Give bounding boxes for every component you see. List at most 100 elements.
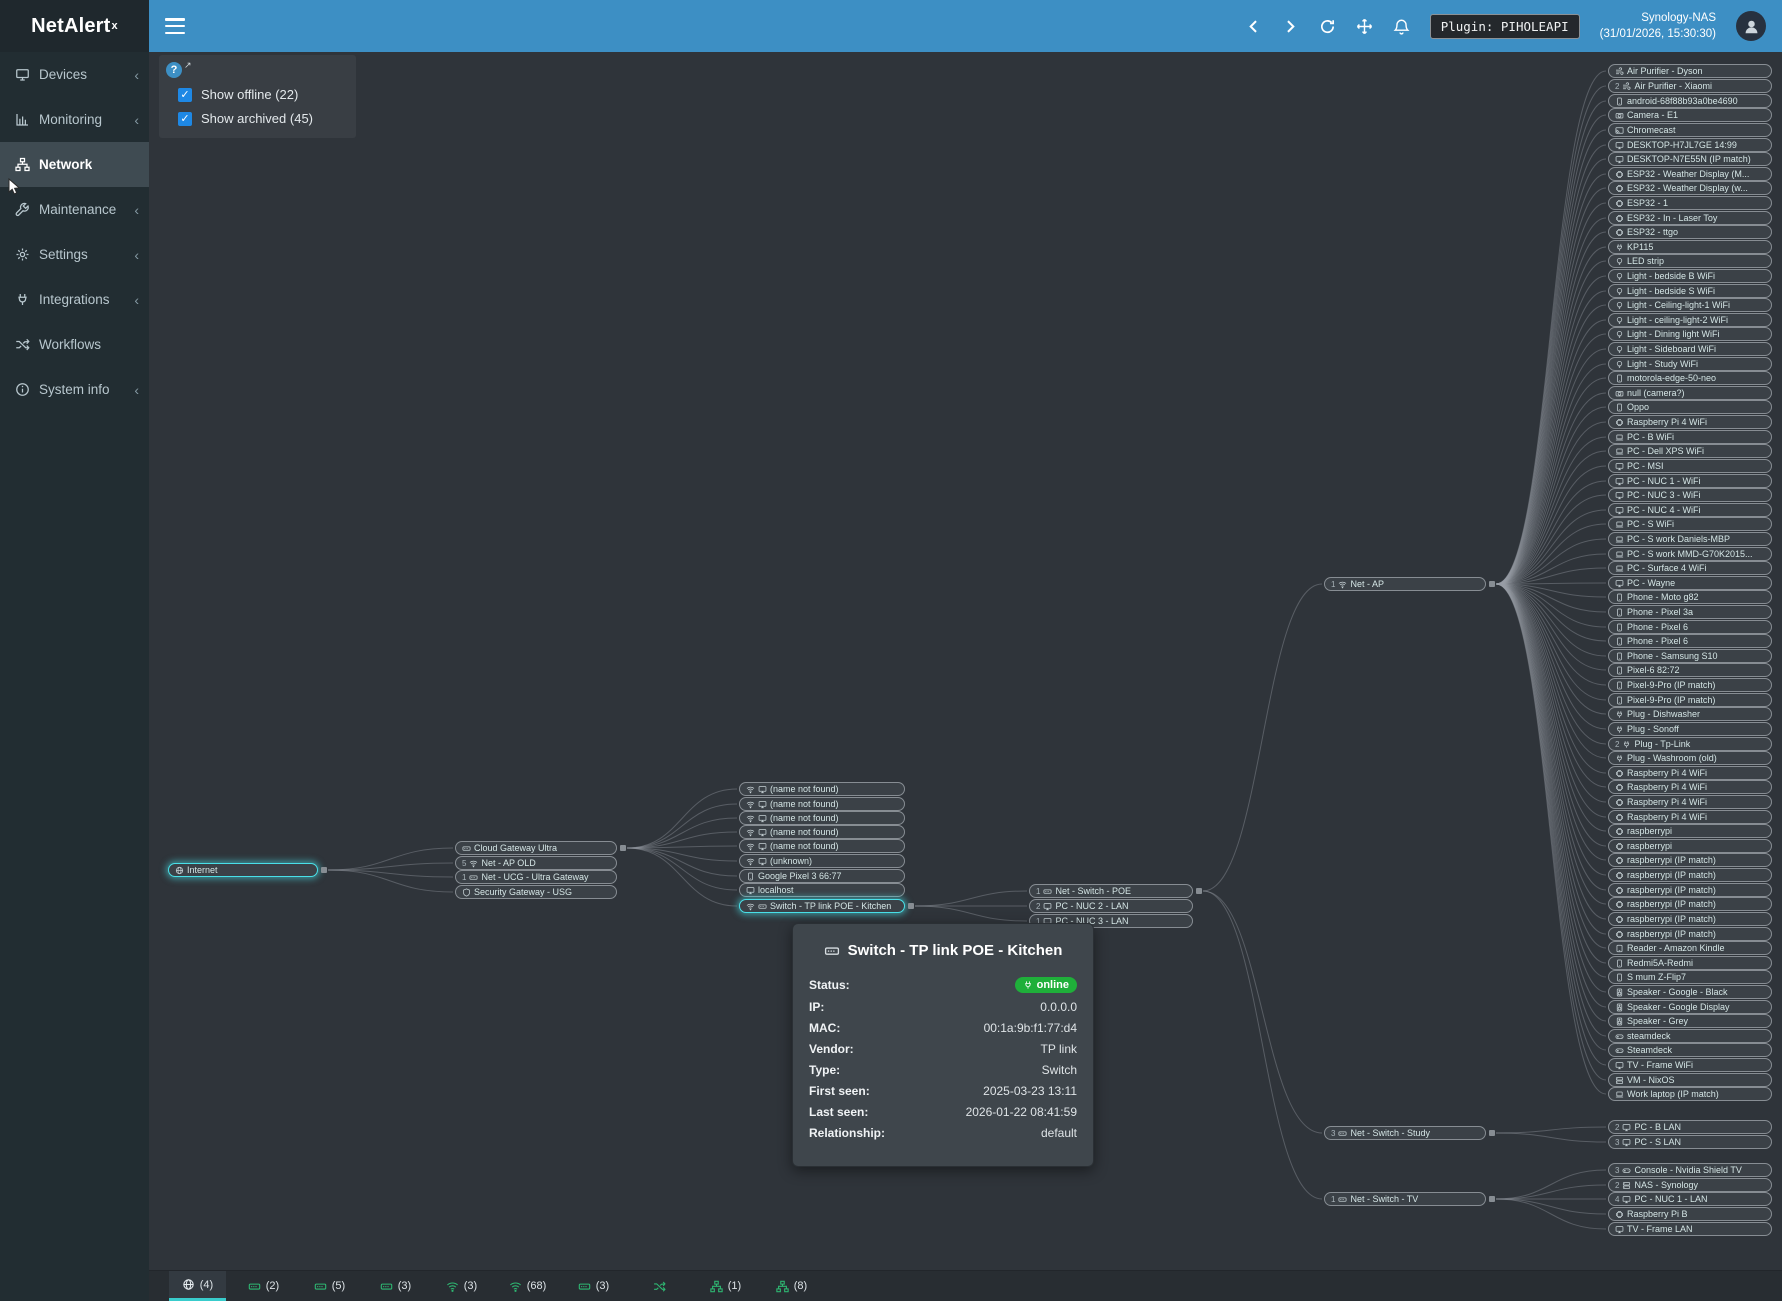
refresh-button[interactable] — [1319, 18, 1336, 35]
node-nf5[interactable]: (name not found) — [739, 839, 905, 853]
node-r53[interactable]: raspberrypi — [1608, 824, 1772, 838]
footer-tab-switch-3[interactable]: (3) — [367, 1271, 424, 1301]
node-r68[interactable]: Steamdeck — [1608, 1043, 1772, 1057]
forward-button[interactable] — [1282, 18, 1299, 35]
node-r31[interactable]: PC - NUC 4 - WiFi — [1608, 503, 1772, 517]
node-r26[interactable]: PC - B WiFi — [1608, 430, 1772, 444]
node-r61[interactable]: Reader - Amazon Kindle — [1608, 941, 1772, 955]
node-pixel3[interactable]: Google Pixel 3 66:77 — [739, 869, 905, 883]
node-r5[interactable]: Chromecast — [1608, 123, 1772, 137]
node-r9[interactable]: ESP32 - Weather Display (w... — [1608, 181, 1772, 195]
node-internet[interactable]: Internet — [168, 863, 318, 877]
node-r50[interactable]: Raspberry Pi 4 WiFi — [1608, 780, 1772, 794]
node-swpoe[interactable]: 1Net - Switch - POE — [1029, 884, 1193, 898]
node-r71[interactable]: Work laptop (IP match) — [1608, 1087, 1772, 1101]
node-r51[interactable]: Raspberry Pi 4 WiFi — [1608, 795, 1772, 809]
sidebar-item-maintenance[interactable]: Maintenance — [0, 187, 149, 232]
node-r14[interactable]: LED strip — [1608, 254, 1772, 268]
node-r46[interactable]: Plug - Sonoff — [1608, 722, 1772, 736]
node-r64[interactable]: Speaker - Google - Black — [1608, 985, 1772, 999]
node-r66[interactable]: Speaker - Grey — [1608, 1014, 1772, 1028]
node-r48[interactable]: Plug - Washroom (old) — [1608, 751, 1772, 765]
node-r40[interactable]: Phone - Pixel 6 — [1608, 634, 1772, 648]
node-r60[interactable]: raspberrypi (IP match) — [1608, 927, 1772, 941]
node-r36[interactable]: PC - Wayne — [1608, 576, 1772, 590]
sidebar-item-integrations[interactable]: Integrations — [0, 277, 149, 322]
node-r17[interactable]: Light - Ceiling-light-1 WiFi — [1608, 298, 1772, 312]
node-r11[interactable]: ESP32 - In - Laser Toy — [1608, 211, 1772, 225]
node-r34[interactable]: PC - S work MMD-G70K2015... — [1608, 547, 1772, 561]
node-r65[interactable]: Speaker - Google Display — [1608, 1000, 1772, 1014]
node-r56[interactable]: raspberrypi (IP match) — [1608, 868, 1772, 882]
node-r77[interactable]: Raspberry Pi B — [1608, 1207, 1772, 1221]
node-r30[interactable]: PC - NUC 3 - WiFi — [1608, 488, 1772, 502]
node-r18[interactable]: Light - ceiling-light-2 WiFi — [1608, 313, 1772, 327]
node-r62[interactable]: Redmi5A-Redmi — [1608, 956, 1772, 970]
node-r32[interactable]: PC - S WiFi — [1608, 517, 1772, 531]
show-archived-checkbox[interactable] — [178, 112, 192, 126]
footer-tab-switch-4[interactable]: (3) — [565, 1271, 622, 1301]
node-nuc2[interactable]: 2PC - NUC 2 - LAN — [1029, 899, 1193, 913]
node-r33[interactable]: PC - S work Daniels-MBP — [1608, 532, 1772, 546]
node-r39[interactable]: Phone - Pixel 6 — [1608, 620, 1772, 634]
node-r44[interactable]: Pixel-9-Pro (IP match) — [1608, 693, 1772, 707]
node-r73[interactable]: 3PC - S LAN — [1608, 1135, 1772, 1149]
node-r72[interactable]: 2PC - B LAN — [1608, 1120, 1772, 1134]
node-r41[interactable]: Phone - Samsung S10 — [1608, 649, 1772, 663]
node-r22[interactable]: motorola-edge-50-neo — [1608, 371, 1772, 385]
node-r12[interactable]: ESP32 - ttgo — [1608, 225, 1772, 239]
node-r23[interactable]: null (camera?) — [1608, 386, 1772, 400]
node-netap[interactable]: 1Net - AP — [1324, 577, 1486, 591]
node-localhost[interactable]: localhost — [739, 883, 905, 897]
notifications-button[interactable] — [1393, 18, 1410, 35]
node-handle[interactable] — [321, 867, 327, 873]
node-apold[interactable]: 5Net - AP OLD — [455, 856, 617, 870]
node-r25[interactable]: Raspberry Pi 4 WiFi — [1608, 415, 1772, 429]
node-r10[interactable]: ESP32 - 1 — [1608, 196, 1772, 210]
node-study[interactable]: 3Net - Switch - Study — [1324, 1126, 1486, 1140]
node-nf2[interactable]: (name not found) — [739, 797, 905, 811]
sidebar-item-system-info[interactable]: System info — [0, 367, 149, 412]
node-handle[interactable] — [1489, 581, 1495, 587]
node-r43[interactable]: Pixel-9-Pro (IP match) — [1608, 678, 1772, 692]
hamburger-menu-icon[interactable] — [165, 18, 185, 34]
show-offline-checkbox[interactable] — [178, 88, 192, 102]
node-r47[interactable]: 2Plug - Tp-Link — [1608, 737, 1772, 751]
node-nf4[interactable]: (name not found) — [739, 825, 905, 839]
footer-tab-lan-2[interactable]: (8) — [763, 1271, 820, 1301]
node-ucg[interactable]: 1Net - UCG - Ultra Gateway — [455, 870, 617, 884]
footer-tab-wifi-1[interactable]: (3) — [433, 1271, 490, 1301]
node-r13[interactable]: KP115 — [1608, 240, 1772, 254]
node-r75[interactable]: 2NAS - Synology — [1608, 1178, 1772, 1192]
sidebar-item-network[interactable]: Network — [0, 142, 149, 187]
footer-tab-wifi-2[interactable]: (68) — [499, 1271, 556, 1301]
show-offline-row[interactable]: Show offline (22) — [166, 87, 342, 102]
node-r1[interactable]: Air Purifier - Dyson — [1608, 64, 1772, 78]
node-r21[interactable]: Light - Study WiFi — [1608, 357, 1772, 371]
node-r38[interactable]: Phone - Pixel 3a — [1608, 605, 1772, 619]
node-tvsw[interactable]: 1Net - Switch - TV — [1324, 1192, 1486, 1206]
node-r69[interactable]: TV - Frame WiFi — [1608, 1058, 1772, 1072]
sidebar-item-devices[interactable]: Devices — [0, 52, 149, 97]
avatar[interactable] — [1736, 11, 1766, 41]
node-nf3[interactable]: (name not found) — [739, 811, 905, 825]
node-r57[interactable]: raspberrypi (IP match) — [1608, 883, 1772, 897]
node-r6[interactable]: DESKTOP-H7JL7GE 14:99 — [1608, 138, 1772, 152]
node-r45[interactable]: Plug - Dishwasher — [1608, 707, 1772, 721]
move-button[interactable] — [1356, 18, 1373, 35]
node-r15[interactable]: Light - bedside B WiFi — [1608, 269, 1772, 283]
node-r74[interactable]: 3Console - Nvidia Shield TV — [1608, 1163, 1772, 1177]
help-icon[interactable] — [166, 62, 182, 78]
footer-tab-shuffle[interactable] — [631, 1271, 688, 1301]
node-handle[interactable] — [1196, 888, 1202, 894]
node-r37[interactable]: Phone - Moto g82 — [1608, 590, 1772, 604]
footer-tab-lan-1[interactable]: (1) — [697, 1271, 754, 1301]
node-r28[interactable]: PC - MSI — [1608, 459, 1772, 473]
node-handle[interactable] — [1489, 1130, 1495, 1136]
node-r54[interactable]: raspberrypi — [1608, 839, 1772, 853]
node-r2[interactable]: 2Air Purifier - Xiaomi — [1608, 79, 1772, 93]
node-unk[interactable]: (unknown) — [739, 854, 905, 868]
node-r27[interactable]: PC - Dell XPS WiFi — [1608, 444, 1772, 458]
node-r52[interactable]: Raspberry Pi 4 WiFi — [1608, 810, 1772, 824]
node-r29[interactable]: PC - NUC 1 - WiFi — [1608, 474, 1772, 488]
